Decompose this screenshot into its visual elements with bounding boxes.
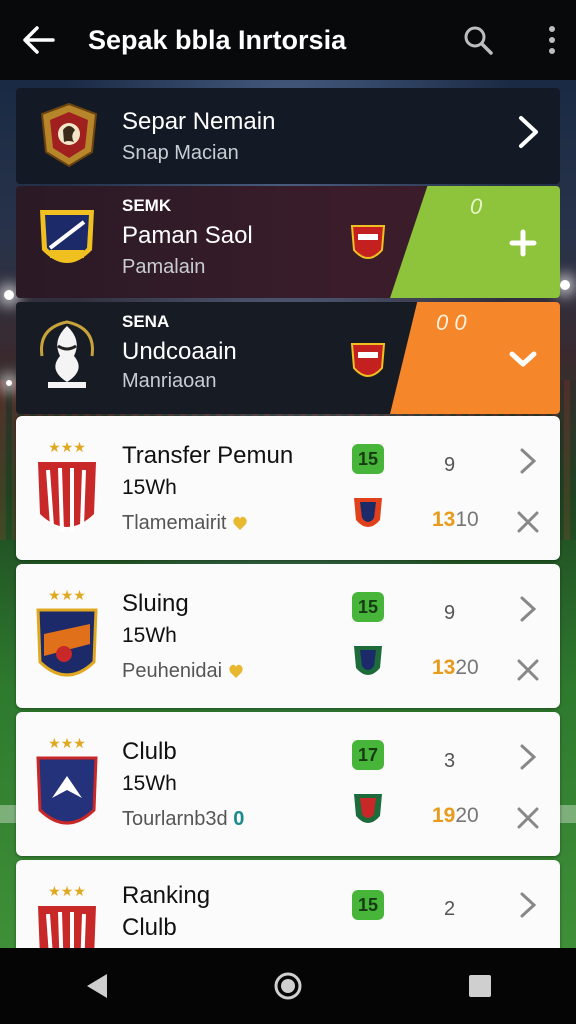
item-subtitle: Clulb xyxy=(122,914,177,941)
svg-text:★★★: ★★★ xyxy=(48,736,86,752)
list-item[interactable]: ★★★ Transfer Pemun 15Wh Tlamemairit 15 9… xyxy=(16,416,560,560)
item-detail-count: 0 xyxy=(233,808,245,830)
featured-match-card[interactable]: SEMK Paman Saol Pamalain 0 xyxy=(16,186,560,298)
featured-tag: SEMK xyxy=(122,196,172,215)
item-detail-text: Tourlarnb3d xyxy=(122,808,228,830)
chevron-down-icon[interactable] xyxy=(508,344,538,374)
club-crest-icon: ★★★ xyxy=(36,736,98,825)
featured-tag: SENA xyxy=(122,312,170,331)
close-icon[interactable] xyxy=(516,658,540,682)
rank-value: 2 xyxy=(444,898,456,920)
nav-home-button[interactable] xyxy=(258,956,318,1016)
item-subtitle: 15Wh xyxy=(122,624,177,647)
svg-text:★★★: ★★★ xyxy=(48,588,86,604)
item-title: Ranking xyxy=(122,882,211,909)
score-panel: 0 0 xyxy=(390,302,560,414)
score-panel: 0 xyxy=(390,186,560,298)
item-detail-text: Tlamemairit xyxy=(122,512,227,534)
search-icon xyxy=(464,26,493,55)
featured-subtitle: Snap Macian xyxy=(122,142,239,164)
chevron-right-icon[interactable] xyxy=(516,446,540,476)
rank-value: 9 xyxy=(444,454,456,476)
back-button[interactable] xyxy=(10,12,66,68)
points-primary: 19 xyxy=(432,804,456,827)
rank-value: 3 xyxy=(444,750,456,772)
club-crest-icon xyxy=(350,225,386,259)
chevron-right-icon[interactable] xyxy=(516,890,540,920)
floodlight xyxy=(560,280,570,290)
system-nav-bar xyxy=(0,948,576,1024)
nav-back-button[interactable] xyxy=(66,956,126,1016)
featured-match-card[interactable]: SENA Undcoaain Manriaoan 0 0 xyxy=(16,302,560,414)
shield-icon xyxy=(233,516,248,530)
list-item[interactable]: ★★★ Sluing 15Wh Peuhenidai 15 9 1320 xyxy=(16,564,560,708)
more-vertical-icon xyxy=(549,26,555,54)
square-recents-icon xyxy=(469,975,491,997)
score-badge: 15 xyxy=(352,444,384,474)
item-detail-text: Peuhenidai xyxy=(122,660,223,682)
chevron-right-icon[interactable] xyxy=(516,742,540,772)
floodlight xyxy=(6,380,12,386)
nav-recents-button[interactable] xyxy=(450,956,510,1016)
score-text: 0 xyxy=(470,194,483,219)
score-badge: 15 xyxy=(352,890,384,920)
svg-text:★★★: ★★★ xyxy=(48,440,86,456)
featured-name: Paman Saol xyxy=(122,222,253,249)
club-crest-icon: ★★★ xyxy=(36,588,98,677)
plus-icon[interactable] xyxy=(508,228,538,258)
points-primary: 13 xyxy=(432,656,456,679)
arrow-left-icon xyxy=(23,26,55,54)
points-value: 1310 xyxy=(432,508,479,532)
chevron-right-icon[interactable] xyxy=(516,594,540,624)
close-icon[interactable] xyxy=(516,806,540,830)
club-crest-icon xyxy=(40,102,98,168)
floodlight xyxy=(4,290,14,300)
points-value: 1920 xyxy=(432,804,479,828)
search-button[interactable] xyxy=(454,16,502,64)
featured-card[interactable]: Separ Nemain Snap Macian xyxy=(16,88,560,184)
app-bar: Sepak bbla Inrtorsia xyxy=(0,0,576,80)
club-crest-icon xyxy=(354,646,382,675)
svg-text:★★★: ★★★ xyxy=(48,884,86,900)
points-secondary: 10 xyxy=(455,508,479,531)
club-crest-icon xyxy=(40,320,94,388)
close-icon[interactable] xyxy=(516,510,540,534)
item-title: Transfer Pemun xyxy=(122,442,294,469)
triangle-back-icon xyxy=(87,974,107,998)
circle-home-icon xyxy=(274,972,302,1000)
club-crest-icon xyxy=(350,343,386,377)
score-text: 0 0 xyxy=(436,310,467,335)
list-item[interactable]: ★★★ Ranking Clulb 15 2 xyxy=(16,860,560,977)
item-title: Clulb xyxy=(122,738,177,765)
page-title: Sepak bbla Inrtorsia xyxy=(88,24,347,55)
rank-value: 9 xyxy=(444,602,456,624)
chevron-right-icon xyxy=(519,116,538,148)
item-subtitle: 15Wh xyxy=(122,772,177,795)
shield-icon xyxy=(229,664,243,678)
points-secondary: 20 xyxy=(455,656,479,679)
club-crest-icon xyxy=(354,498,382,527)
list-item[interactable]: ★★★ Clulb 15Wh Tourlarnb3d 0 17 3 1920 xyxy=(16,712,560,856)
featured-name: Undcoaain xyxy=(122,338,237,365)
item-detail: Tourlarnb3d 0 xyxy=(122,808,244,831)
featured-subtitle: Pamalain xyxy=(122,256,206,278)
item-detail: Tlamemairit xyxy=(122,512,248,535)
score-badge: 17 xyxy=(352,740,384,770)
club-crest-icon xyxy=(354,794,382,823)
points-value: 1320 xyxy=(432,656,479,680)
score-badge: 15 xyxy=(352,592,384,622)
item-title: Sluing xyxy=(122,590,189,617)
club-crest-icon xyxy=(40,210,94,263)
club-crest-icon: ★★★ xyxy=(38,440,96,533)
featured-subtitle: Manriaoan xyxy=(122,370,217,392)
more-button[interactable] xyxy=(532,16,572,64)
item-subtitle: 15Wh xyxy=(122,476,177,499)
points-primary: 13 xyxy=(432,508,456,531)
featured-name: Separ Nemain xyxy=(122,108,276,135)
points-secondary: 20 xyxy=(455,804,479,827)
item-detail: Peuhenidai xyxy=(122,660,244,683)
